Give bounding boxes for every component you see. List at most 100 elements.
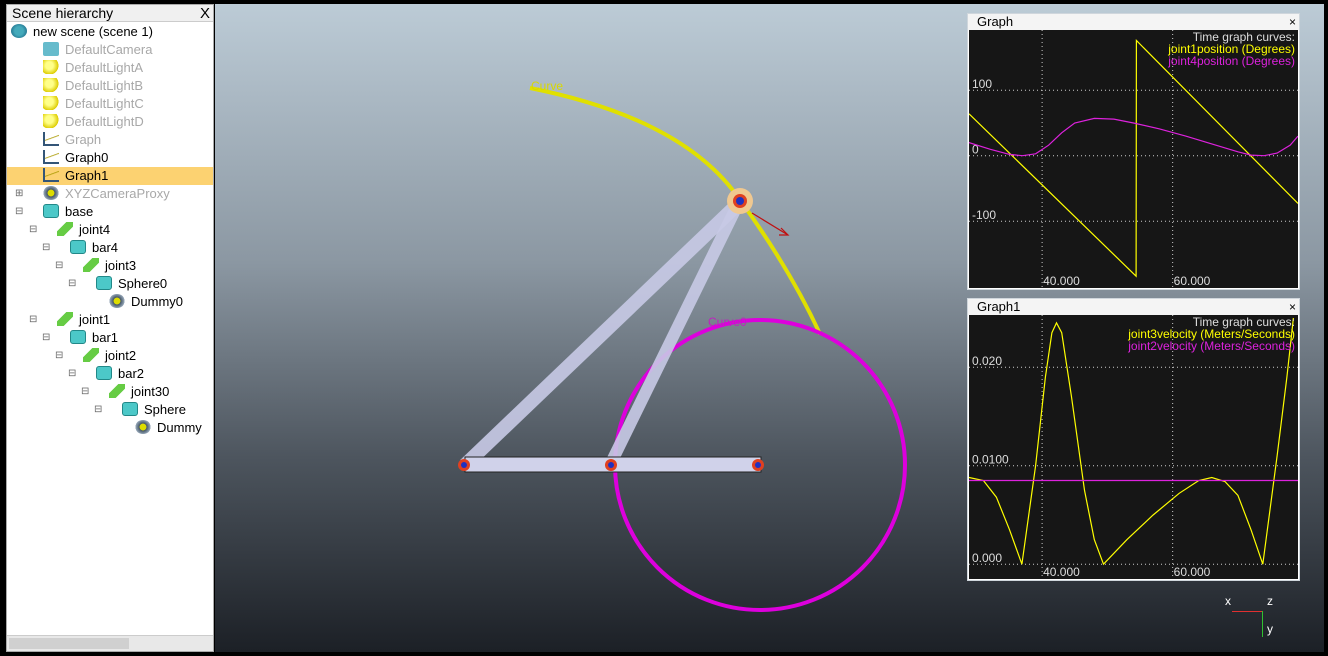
light-icon <box>43 114 59 128</box>
joint-icon <box>57 312 73 326</box>
tree-item-label: Sphere0 <box>118 276 168 291</box>
tree-item-dummy[interactable]: Dummy <box>7 419 213 437</box>
tree-item-label: Graph <box>65 132 102 147</box>
expand-toggle[interactable]: ⊟ <box>94 401 102 419</box>
tree-item-label: Sphere <box>144 402 186 417</box>
tree-item-label: DefaultLightB <box>65 78 144 93</box>
tree-item-label: joint3 <box>105 258 137 273</box>
tree-item-bar2[interactable]: ⊟ bar2 <box>7 365 213 383</box>
dummy-icon <box>43 186 59 200</box>
light-icon <box>43 60 59 74</box>
tree-item-graph[interactable]: Graph <box>7 131 213 149</box>
tree-item-graph1[interactable]: Graph1 <box>7 167 213 185</box>
graph1-plot: 40.000 60.0000.0200.01000.000Time graph c… <box>969 315 1298 579</box>
axis-y-label: y <box>1267 622 1273 636</box>
plot-background <box>969 30 1298 288</box>
expand-toggle[interactable]: ⊟ <box>55 257 63 275</box>
shape-icon <box>70 330 86 344</box>
axis-x-label: x <box>1225 594 1231 608</box>
expand-toggle[interactable]: ⊟ <box>29 221 37 239</box>
tree-item-sphere0[interactable]: ⊟ Sphere0 <box>7 275 213 293</box>
joint-icon <box>109 384 125 398</box>
tree-item-label: joint1 <box>79 312 111 327</box>
tree-item-label: Graph1 <box>65 168 109 183</box>
tree-item-label: joint30 <box>131 384 170 399</box>
close-icon[interactable]: × <box>1289 14 1296 30</box>
scrollbar-thumb[interactable] <box>9 638 129 649</box>
tree-item-bar4[interactable]: ⊟ bar4 <box>7 239 213 257</box>
y-tick-label: 0.0100 <box>972 453 1009 467</box>
curve0-label: Curve0 <box>708 315 747 329</box>
expand-toggle[interactable]: ⊟ <box>68 275 76 293</box>
tree-item-label: new scene (scene 1) <box>33 24 153 39</box>
expand-toggle[interactable]: ⊟ <box>55 347 63 365</box>
scene-hierarchy-title: Scene hierarchy X <box>7 5 213 22</box>
tree-item-defaultlightc[interactable]: DefaultLightC <box>7 95 213 113</box>
tree-item-xyzcameraproxy[interactable]: ⊞ XYZCameraProxy <box>7 185 213 203</box>
tree-item-label: bar4 <box>92 240 119 255</box>
axis-z-label: z <box>1267 594 1273 608</box>
panel-title: Scene hierarchy <box>12 5 114 21</box>
dummy-icon <box>135 420 151 434</box>
tree-item-bar1[interactable]: ⊟ bar1 <box>7 329 213 347</box>
shape-icon <box>96 276 112 290</box>
expand-toggle[interactable]: ⊟ <box>68 365 76 383</box>
tree-item-joint3[interactable]: ⊟ joint3 <box>7 257 213 275</box>
expand-toggle[interactable]: ⊞ <box>15 185 23 203</box>
tree-item-joint2[interactable]: ⊟ joint2 <box>7 347 213 365</box>
curve-path <box>529 86 822 335</box>
tree-item-new-scene-scene-1-[interactable]: new scene (scene 1) <box>7 23 213 41</box>
tree-item-label: base <box>65 204 94 219</box>
graph-panel: Graph × 40.000 60.000 100 0 -100 Time graph cu… <box>967 13 1300 290</box>
shape-icon <box>122 402 138 416</box>
tree-item-sphere[interactable]: ⊟ Sphere <box>7 401 213 419</box>
x-tick-label: 40.000 <box>1043 565 1080 579</box>
tree-item-label: DefaultLightD <box>65 114 144 129</box>
tree-item-label: joint2 <box>105 348 137 363</box>
expand-toggle[interactable]: ⊟ <box>15 203 23 221</box>
graph-icon <box>43 168 59 182</box>
y-tick-label: -100 <box>972 208 996 222</box>
tree-item-defaultlightb[interactable]: DefaultLightB <box>7 77 213 95</box>
tree-item-label: DefaultLightA <box>65 60 144 75</box>
shape-icon <box>96 366 112 380</box>
close-icon[interactable]: × <box>1289 299 1296 315</box>
tree-item-label: bar2 <box>118 366 145 381</box>
graph-icon <box>43 132 59 146</box>
light-icon <box>43 96 59 110</box>
light-icon <box>43 78 59 92</box>
axis-indicator: x z y <box>1225 592 1288 642</box>
expand-toggle[interactable]: ⊟ <box>81 383 89 401</box>
scene-hierarchy-panel: Scene hierarchy X new scene (scene 1) Defa… <box>6 4 214 652</box>
tree-item-label: Dummy <box>157 420 202 435</box>
tree-item-joint30[interactable]: ⊟ joint30 <box>7 383 213 401</box>
tree-item-label: Dummy0 <box>131 294 184 309</box>
expand-toggle[interactable]: ⊟ <box>29 311 37 329</box>
tree-item-joint4[interactable]: ⊟ joint4 <box>7 221 213 239</box>
tree-item-graph0[interactable]: Graph0 <box>7 149 213 167</box>
plot-background <box>969 315 1298 579</box>
horizontal-scrollbar[interactable] <box>7 635 213 651</box>
x-tick-label: 60.000 <box>1174 565 1211 579</box>
tree-item-defaultlighta[interactable]: DefaultLightA <box>7 59 213 77</box>
graph1-title-bar: Graph1 × <box>968 299 1299 315</box>
tree-item-joint1[interactable]: ⊟ joint1 <box>7 311 213 329</box>
close-icon[interactable]: X <box>200 5 210 22</box>
tree-item-defaultlightd[interactable]: DefaultLightD <box>7 113 213 131</box>
tree-item-base[interactable]: ⊟ base <box>7 203 213 221</box>
tree-item-label: XYZCameraProxy <box>65 186 170 201</box>
graph1-panel: Graph1 × 40.000 60.000 0.020 0.0100 0.000 Time… <box>967 298 1300 581</box>
expand-toggle[interactable]: ⊟ <box>42 239 50 257</box>
y-axis-line <box>1262 611 1263 637</box>
bar2 <box>604 201 744 468</box>
graph-title: Graph1 <box>977 299 1021 314</box>
tree-item-label: joint4 <box>79 222 111 237</box>
y-tick-label: 0.020 <box>972 354 1002 368</box>
tree-item-dummy0[interactable]: Dummy0 <box>7 293 213 311</box>
graph-icon <box>43 150 59 164</box>
legend-entry: joint4position (Degrees) <box>1167 54 1295 68</box>
x-axis-line <box>1232 611 1262 612</box>
tree-item-label: DefaultCamera <box>65 42 153 57</box>
tree-item-defaultcamera[interactable]: DefaultCamera <box>7 41 213 59</box>
expand-toggle[interactable]: ⊟ <box>42 329 50 347</box>
